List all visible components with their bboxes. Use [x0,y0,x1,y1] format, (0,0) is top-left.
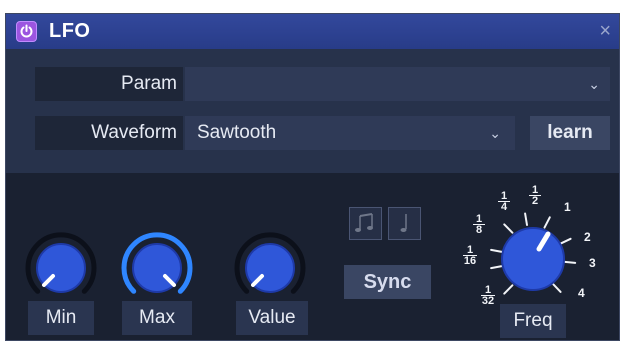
freq-tick-1-4: 14 [497,191,511,213]
power-icon [20,24,33,38]
freq-label: Freq [500,304,566,338]
max-knob[interactable] [118,229,196,307]
freq-tick-1-32: 1 32 [481,284,495,307]
value-knob[interactable] [231,229,309,307]
freq-tick-3: 3 [589,256,596,270]
freq-tick-1-8: 18 [472,214,486,236]
min-label: Min [28,301,94,335]
lfo-panel: LFO × Param ⌄ Waveform Sawtooth ⌄ learn … [5,13,620,341]
settings-area: Param ⌄ Waveform Sawtooth ⌄ learn [6,49,619,173]
power-button[interactable] [16,21,37,42]
quarter-note-icon[interactable] [388,207,421,240]
freq-tick-2: 2 [584,230,591,244]
title-bar: LFO × [6,14,619,49]
freq-tick-1-16: 1 16 [463,244,477,267]
freq-tick-1: 1 [564,200,571,214]
param-label: Param [35,67,183,101]
min-knob[interactable] [22,229,100,307]
waveform-dropdown[interactable]: Sawtooth ⌄ [185,116,515,150]
freq-tick-1-2: 12 [528,185,542,207]
waveform-value: Sawtooth [197,122,277,143]
freq-tick-4: 4 [578,286,585,300]
max-label: Max [122,301,192,335]
value-label: Value [236,301,308,335]
chevron-down-icon: ⌄ [588,76,600,92]
beamed-notes-icon[interactable] [349,207,382,240]
knob-area: Min Max Value Sync 1 32 1 16 1 8 1 4 1 2… [6,173,619,340]
learn-button[interactable]: learn [530,116,610,150]
sync-button[interactable]: Sync [344,265,431,299]
waveform-label: Waveform [35,116,183,150]
close-icon[interactable]: × [599,20,611,43]
chevron-down-icon: ⌄ [489,125,501,141]
window-title: LFO [49,20,91,42]
freq-knob[interactable] [485,211,581,307]
param-dropdown[interactable]: ⌄ [185,67,610,101]
